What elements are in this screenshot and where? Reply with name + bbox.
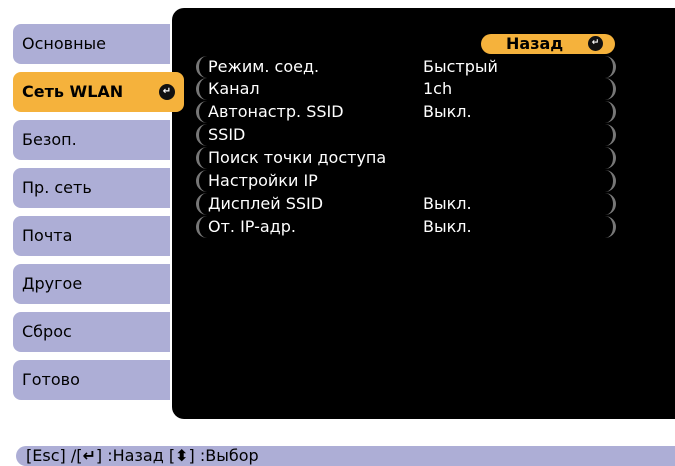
row-label: SSID bbox=[208, 125, 246, 144]
row-label: От. IP-адр. bbox=[208, 217, 296, 236]
menu-row-channel[interactable]: Канал 1ch bbox=[196, 78, 616, 100]
menu-row-ssid[interactable]: SSID bbox=[196, 124, 616, 146]
row-label: Поиск точки доступа bbox=[208, 148, 387, 167]
row-value: Выкл. bbox=[423, 217, 472, 236]
projector-menu-screen: Основные Сеть WLAN ↵ Безоп. Пр. сеть Почт… bbox=[0, 0, 675, 466]
tab-label: Почта bbox=[22, 226, 73, 245]
menu-row-ip-settings[interactable]: Настройки IP bbox=[196, 170, 616, 192]
help-text-back: ] :Назад [ bbox=[95, 446, 176, 465]
help-text-select: ] :Выбор bbox=[188, 446, 259, 465]
row-value: Выкл. bbox=[423, 194, 472, 213]
row-label: Автонастр. SSID bbox=[208, 102, 344, 121]
row-label: Настройки IP bbox=[208, 171, 318, 190]
tab-label: Сеть WLAN bbox=[22, 82, 124, 101]
enter-icon: ↵ bbox=[159, 84, 175, 100]
tab-label: Готово bbox=[22, 370, 80, 389]
menu-row-ip-display[interactable]: От. IP-адр. Выкл. bbox=[196, 216, 616, 238]
row-label: Дисплей SSID bbox=[208, 194, 324, 213]
help-text-esc: [Esc] /[ bbox=[26, 446, 83, 465]
tab-main[interactable]: Основные bbox=[13, 24, 170, 64]
up-down-icon: ⬍ bbox=[175, 446, 189, 465]
tab-other[interactable]: Другое bbox=[13, 264, 170, 304]
row-label: Режим. соед. bbox=[208, 57, 320, 76]
back-label: Назад bbox=[506, 34, 564, 53]
tab-done[interactable]: Готово bbox=[13, 360, 170, 400]
menu-row-access-point-search[interactable]: Поиск точки доступа bbox=[196, 147, 616, 169]
help-bar: [Esc] /[↵] :Назад [⬍] :Выбор bbox=[16, 446, 675, 466]
tab-label: Сброс bbox=[22, 322, 72, 341]
enter-icon: ↵ bbox=[588, 36, 603, 51]
tab-wired-network[interactable]: Пр. сеть bbox=[13, 168, 170, 208]
tab-label: Основные bbox=[22, 34, 107, 53]
back-button[interactable]: Назад ↵ bbox=[481, 34, 615, 54]
row-value: Выкл. bbox=[423, 102, 472, 121]
tab-reset[interactable]: Сброс bbox=[13, 312, 170, 352]
row-value: 1ch bbox=[423, 79, 453, 98]
tab-label: Безоп. bbox=[22, 130, 77, 149]
enter-icon: ↵ bbox=[82, 446, 96, 465]
tab-wlan[interactable]: Сеть WLAN ↵ bbox=[13, 72, 184, 112]
menu-row-connection-mode[interactable]: Режим. соед. Быстрый bbox=[196, 56, 616, 78]
row-value: Быстрый bbox=[423, 57, 498, 76]
menu-row-auto-ssid[interactable]: Автонастр. SSID Выкл. bbox=[196, 101, 616, 123]
tab-label: Пр. сеть bbox=[22, 178, 92, 197]
tab-security[interactable]: Безоп. bbox=[13, 120, 170, 160]
tab-mail[interactable]: Почта bbox=[13, 216, 170, 256]
tab-label: Другое bbox=[22, 274, 83, 293]
row-label: Канал bbox=[208, 79, 260, 98]
menu-row-ssid-display[interactable]: Дисплей SSID Выкл. bbox=[196, 193, 616, 215]
